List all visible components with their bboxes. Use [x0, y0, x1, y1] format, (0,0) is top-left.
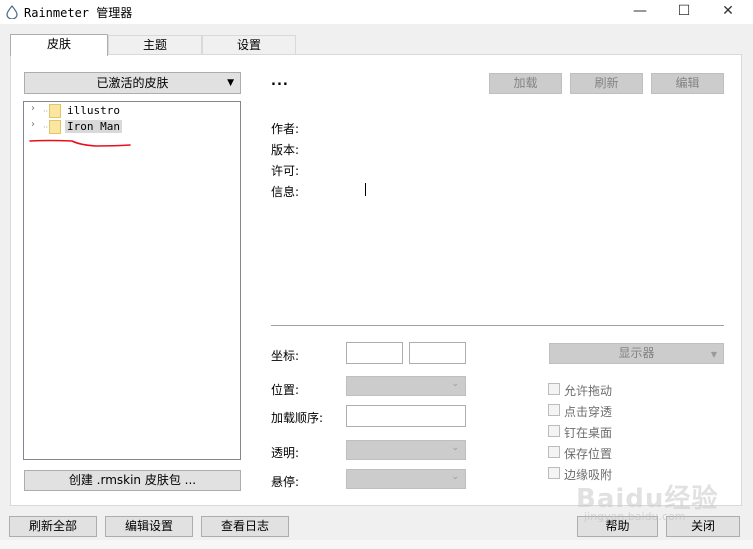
- snap-edges-checkbox[interactable]: [548, 467, 560, 479]
- info-label: 信息:: [271, 185, 300, 199]
- tab-settings[interactable]: 设置: [202, 35, 296, 55]
- chevron-down-icon: ⌄: [451, 379, 459, 389]
- folder-icon: [49, 120, 61, 134]
- create-rmskin-button[interactable]: 创建 .rmskin 皮肤包 ...: [24, 470, 241, 491]
- transparency-label: 透明:: [271, 446, 300, 460]
- baidu-watermark-url: jingyan.baidu.com: [584, 510, 686, 523]
- refresh-all-button[interactable]: 刷新全部: [9, 516, 97, 537]
- rainmeter-drop-icon: [6, 5, 18, 19]
- save-position-checkbox[interactable]: [548, 446, 560, 458]
- hover-label: 悬停:: [271, 475, 300, 489]
- allow-drag-checkbox[interactable]: [548, 383, 560, 395]
- tab-themes[interactable]: 主题: [108, 35, 202, 55]
- tree-item[interactable]: › ·· illustro: [31, 103, 151, 118]
- tree-dots-icon: ··: [43, 123, 49, 132]
- coord-x-input[interactable]: [346, 342, 403, 364]
- keep-on-screen-label: 钉在桌面: [564, 426, 613, 440]
- coord-y-input[interactable]: [409, 342, 466, 364]
- transparency-select[interactable]: ⌄: [346, 440, 466, 460]
- tree-item-label: Iron Man: [65, 120, 122, 133]
- version-label: 版本:: [271, 143, 300, 157]
- skins-tree[interactable]: [23, 101, 241, 460]
- coords-label: 坐标:: [271, 349, 300, 363]
- minimize-button[interactable]: —: [620, 0, 660, 22]
- tree-item-label: illustro: [67, 104, 120, 117]
- monitor-dropdown[interactable]: 显示器 ▼: [549, 343, 724, 364]
- chevron-down-icon: ⌄: [451, 472, 459, 482]
- expand-chevron-icon[interactable]: ›: [31, 119, 35, 130]
- active-skins-dropdown-label: 已激活的皮肤: [96, 76, 169, 90]
- refresh-button[interactable]: 刷新: [570, 73, 643, 94]
- skin-name-display: ...: [271, 74, 289, 89]
- monitor-dropdown-label: 显示器: [618, 346, 655, 360]
- position-label: 位置:: [271, 383, 300, 397]
- tab-skins[interactable]: 皮肤: [10, 34, 108, 56]
- text-cursor: [365, 183, 366, 196]
- chevron-down-icon: ⌄: [451, 443, 459, 453]
- position-select[interactable]: ⌄: [346, 376, 466, 396]
- hover-select[interactable]: ⌄: [346, 469, 466, 489]
- load-button[interactable]: 加载: [489, 73, 562, 94]
- author-label: 作者:: [271, 122, 300, 136]
- details-separator: [271, 325, 724, 326]
- license-label: 许可:: [271, 164, 300, 178]
- active-skins-dropdown[interactable]: 已激活的皮肤 ▼: [24, 72, 241, 94]
- red-underline-annotation: [29, 139, 131, 147]
- tree-dots-icon: ··: [43, 107, 49, 116]
- save-position-label: 保存位置: [564, 447, 613, 461]
- expand-chevron-icon[interactable]: ›: [31, 103, 35, 114]
- edit-settings-button[interactable]: 编辑设置: [105, 516, 193, 537]
- folder-icon: [49, 104, 61, 118]
- view-log-button[interactable]: 查看日志: [201, 516, 289, 537]
- dropdown-arrow-icon: ▼: [227, 78, 234, 88]
- tree-item[interactable]: › ·· Iron Man: [31, 119, 151, 134]
- load-order-input[interactable]: [346, 405, 466, 427]
- allow-drag-label: 允许拖动: [564, 384, 613, 398]
- maximize-button[interactable]: ☐: [664, 0, 704, 22]
- click-through-label: 点击穿透: [564, 405, 613, 419]
- click-through-checkbox[interactable]: [548, 404, 560, 416]
- close-window-button[interactable]: ✕: [708, 0, 748, 22]
- keep-on-screen-checkbox[interactable]: [548, 425, 560, 437]
- background-window-strip: [0, 540, 753, 549]
- load-order-label: 加载顺序:: [271, 411, 324, 425]
- title-bar: Rainmeter 管理器 — ☐ ✕: [0, 0, 753, 24]
- window-title: Rainmeter 管理器: [24, 6, 133, 20]
- dropdown-arrow-icon: ▼: [710, 350, 717, 359]
- edit-button[interactable]: 编辑: [651, 73, 724, 94]
